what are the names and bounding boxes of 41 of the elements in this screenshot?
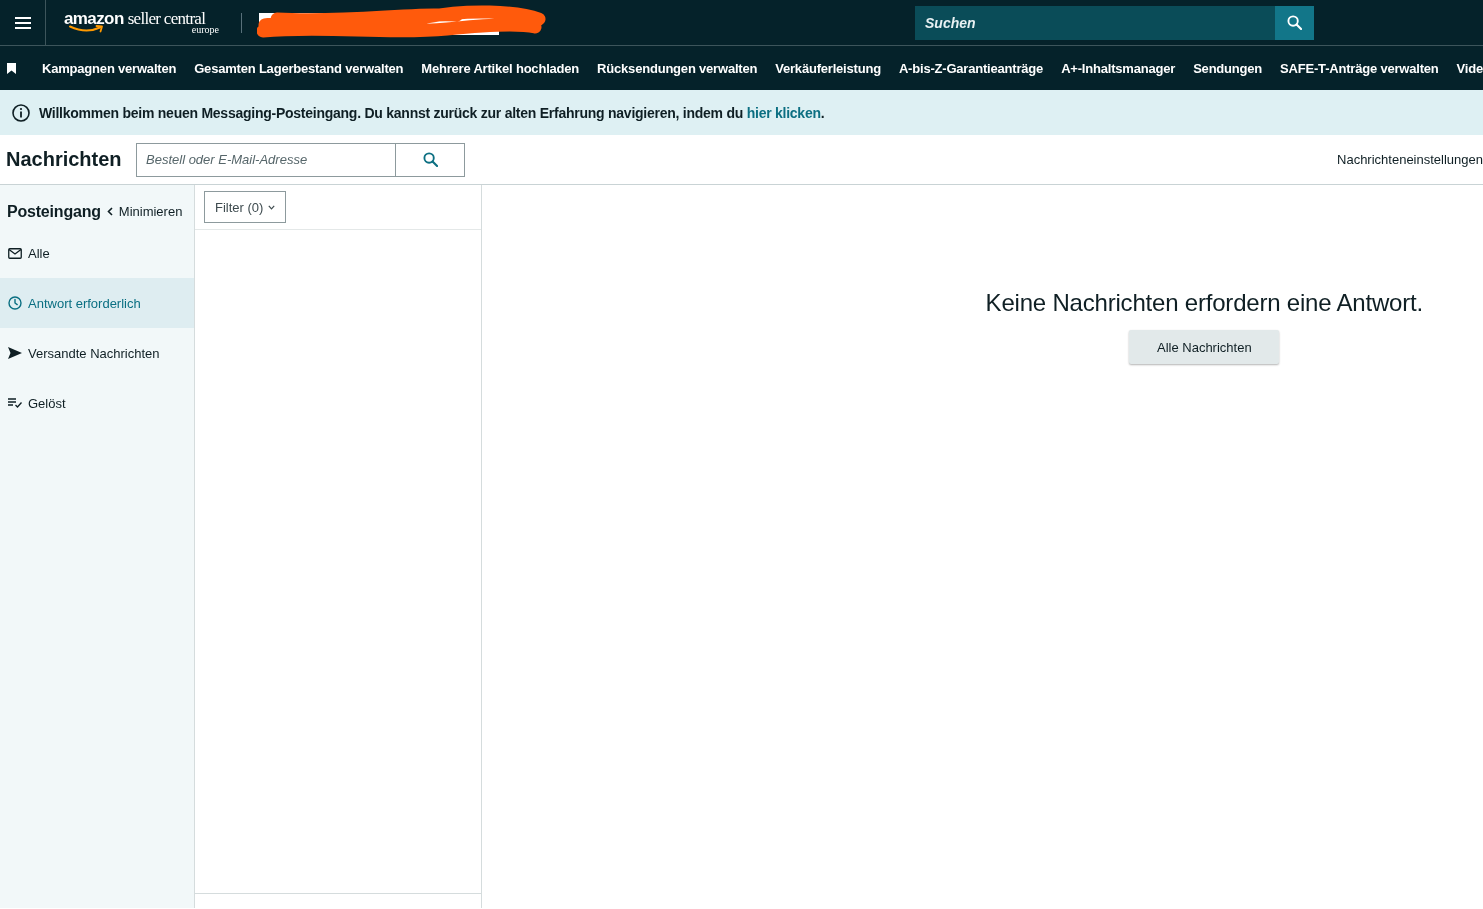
send-icon [8,347,22,359]
nav-link[interactable]: Rücksendungen verwalten [597,60,758,76]
nav-link[interactable]: A-bis-Z-Garantieanträge [898,60,1044,76]
banner-link[interactable]: hier klicken [746,104,821,121]
filter-button[interactable]: Filter (0) [204,191,287,223]
nav-link[interactable]: Kampagnen verwalten [42,60,177,76]
search-field[interactable]: Suchen [915,5,1275,40]
info-icon [12,103,30,122]
logo-wordmark[interactable]: amazon [64,9,124,28]
bookmark-icon[interactable] [7,62,16,74]
nav-link[interactable]: Vide [1456,60,1483,76]
order-search-field[interactable]: Bestell oder E-Mail-Adresse [136,142,395,177]
all-messages-button[interactable]: Alle Nachrichten [1129,330,1280,364]
search-icon [422,152,438,167]
sidebar-item[interactable]: Gelöst [0,378,194,428]
mail-icon [8,247,22,259]
nav-link[interactable]: SAFE-T-Anträge verwalten [1280,60,1439,76]
logo-region: europe [191,25,219,35]
page-title: Nachrichten [6,148,123,171]
nav-link[interactable]: Verkäuferleistung [775,60,881,76]
nav-link[interactable]: A+-Inhaltsmanager [1061,60,1176,76]
menu-icon[interactable] [14,16,31,29]
clock-icon [8,296,22,310]
smile-arrow-icon [69,25,105,33]
banner-message: Willkommen beim neuen Messaging-Posteingang. Du kannst zurück zur alten Erfahrung navigieren, indem du hier klicken. [39,104,825,121]
logo-product-name[interactable]: seller central [127,9,206,28]
search-icon [1287,15,1302,30]
sidebar-item[interactable]: Antwort erforderlich [0,278,194,328]
collapse-button[interactable]: Minimieren [106,204,183,219]
search-button[interactable] [1275,5,1314,40]
chevron-down-icon [268,204,276,210]
nav-link[interactable]: Gesamten Lagerbestand verwalten [194,60,404,76]
sidebar-item[interactable]: Versandte Nachrichten [0,328,194,378]
nav-link[interactable]: Mehrere Artikel hochladen [421,60,580,76]
list-check-icon [8,398,22,408]
sidebar-item[interactable]: Alle [0,228,194,278]
empty-state-message: Keine Nachrichten erfordern eine Antwort. [985,288,1423,318]
inbox-title: Posteingang [7,202,101,221]
nav-link[interactable]: Sendungen [1193,60,1263,76]
settings-link[interactable]: Nachrichteneinstellungen [1337,152,1483,167]
chevron-left-icon [106,207,113,216]
